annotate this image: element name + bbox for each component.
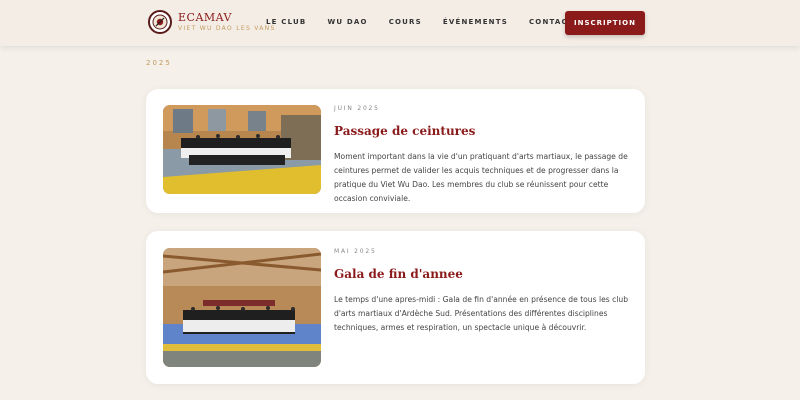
club-emblem-icon bbox=[148, 10, 172, 34]
event-card: MAI 2025 Gala de fin d'annee Le temps d'… bbox=[146, 231, 645, 384]
nav-item-le-club[interactable]: LE CLUB bbox=[266, 18, 306, 26]
event-date: MAI 2025 bbox=[334, 248, 377, 255]
event-title[interactable]: Passage de ceintures bbox=[334, 124, 475, 138]
event-date: JUIN 2025 bbox=[334, 105, 380, 112]
inscription-button[interactable]: INSCRIPTION bbox=[565, 11, 645, 35]
brand-tagline: VIET WU DAO LES VANS bbox=[178, 25, 276, 32]
event-title[interactable]: Gala de fin d'annee bbox=[334, 267, 463, 281]
nav-item-wu-dao[interactable]: WU DAO bbox=[327, 18, 367, 26]
event-photo[interactable] bbox=[163, 248, 321, 367]
event-photo[interactable] bbox=[163, 105, 321, 194]
brand-name: ECAMAV bbox=[178, 11, 232, 24]
brand-logo[interactable]: ECAMAV VIET WU DAO LES VANS bbox=[148, 10, 276, 34]
section-year: 2025 bbox=[146, 59, 172, 67]
nav-item-evenements[interactable]: ÉVÉNEMENTS bbox=[443, 18, 508, 26]
nav-item-cours[interactable]: COURS bbox=[389, 18, 422, 26]
site-header: ECAMAV VIET WU DAO LES VANS LE CLUB WU D… bbox=[0, 0, 800, 46]
event-description: Moment important dans la vie d'un pratiq… bbox=[334, 152, 628, 203]
main-nav: LE CLUB WU DAO COURS ÉVÉNEMENTS CONTACT bbox=[266, 18, 595, 26]
event-description: Le temps d'une apres-midi : Gala de fin … bbox=[334, 295, 629, 332]
event-card: JUIN 2025 Passage de ceintures Moment im… bbox=[146, 89, 645, 213]
